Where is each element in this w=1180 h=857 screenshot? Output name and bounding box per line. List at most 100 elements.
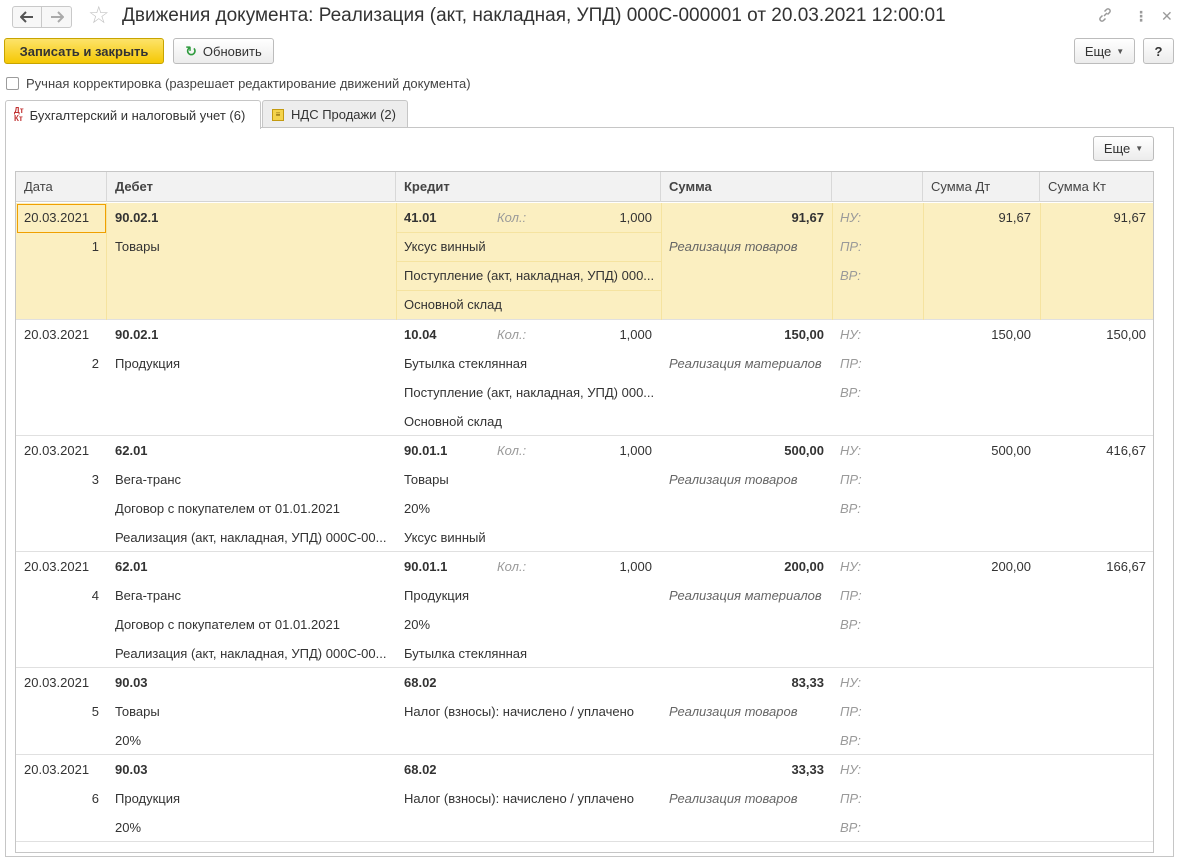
tax-type-label: ПР: bbox=[840, 588, 862, 603]
kebab-icon[interactable]: ⋮ bbox=[1134, 7, 1148, 25]
table-row[interactable]: 20.03.2021 6 90.03 Продукция 20% 68.02 Налог (… bbox=[16, 755, 1153, 842]
sum-kt-value: 150,00 bbox=[1106, 327, 1146, 342]
table-row[interactable]: 20.03.2021 5 90.03 Товары 20% 68.02 Налог (взн… bbox=[16, 668, 1153, 755]
debit-subconto: 20% bbox=[115, 820, 142, 835]
debit-account: 90.03 bbox=[115, 675, 148, 690]
col-sum[interactable]: Сумма bbox=[661, 172, 832, 202]
sum-value: 33,33 bbox=[791, 762, 824, 777]
col-tax-type[interactable] bbox=[832, 172, 923, 202]
qty-label: Кол.: bbox=[497, 559, 527, 574]
sum-kt-value: 91,67 bbox=[1113, 210, 1146, 225]
tax-type-label: ВР: bbox=[840, 820, 861, 835]
dt-kt-icon: Дт Кт bbox=[14, 106, 24, 123]
tax-type-label: НУ: bbox=[840, 762, 862, 777]
tab-vat-sales[interactable]: ≡ НДС Продажи (2) bbox=[262, 100, 408, 128]
tax-type-label: ВР: bbox=[840, 617, 861, 632]
sum-value: 200,00 bbox=[784, 559, 824, 574]
row-number: 3 bbox=[91, 472, 99, 487]
manual-correction-checkbox[interactable]: Ручная корректировка (разрешает редактир… bbox=[6, 75, 471, 91]
debit-subconto: 20% bbox=[115, 733, 142, 748]
sum-dt-value: 150,00 bbox=[991, 327, 1031, 342]
sum-kt-value: 166,67 bbox=[1106, 559, 1146, 574]
table-row[interactable]: 20.03.2021 3 62.01 Вега-транс Договор с поку… bbox=[16, 436, 1153, 552]
col-debit[interactable]: Дебет bbox=[107, 172, 396, 202]
credit-account: 68.02 bbox=[404, 762, 437, 777]
checkbox-box[interactable] bbox=[6, 76, 19, 90]
movements-table[interactable]: Дата Дебет Кредит Сумма Сумма Дт Сумма К… bbox=[15, 171, 1154, 853]
date-cell: 20.03.2021 bbox=[24, 327, 90, 342]
panel-more-label: Еще bbox=[1103, 141, 1131, 156]
cell-divider bbox=[396, 261, 661, 262]
sum-value: 500,00 bbox=[784, 443, 824, 458]
cell-divider bbox=[1040, 203, 1041, 320]
caret-down-icon: ▼ bbox=[1135, 144, 1144, 153]
arrow-right-icon bbox=[50, 11, 64, 23]
date-cell: 20.03.2021 bbox=[24, 675, 90, 690]
refresh-label: Обновить bbox=[202, 43, 262, 59]
table-row[interactable]: 20.03.2021 1 90.02.1 Товары 41.01 Уксус винны… bbox=[16, 203, 1153, 320]
credit-subconto: Поступление (акт, накладная, УПД) 000... bbox=[404, 268, 654, 283]
row-number: 1 bbox=[91, 239, 99, 254]
refresh-icon: ↻ bbox=[185, 42, 197, 59]
save-and-close-button[interactable]: Записать и закрыть bbox=[4, 38, 164, 64]
register-icon: ≡ bbox=[272, 108, 284, 121]
debit-subconto: Продукция bbox=[115, 791, 181, 806]
more-button[interactable]: Еще ▼ bbox=[1074, 38, 1135, 64]
content-text: Реализация материалов bbox=[669, 588, 822, 603]
table-header: Дата Дебет Кредит Сумма Сумма Дт Сумма К… bbox=[16, 172, 1153, 202]
forward-button[interactable] bbox=[42, 6, 72, 28]
tab-accounting[interactable]: Дт Кт Бухгалтерский и налоговый учет (6) bbox=[5, 100, 261, 129]
col-date[interactable]: Дата bbox=[16, 172, 107, 202]
qty-label: Кол.: bbox=[497, 327, 527, 342]
help-button[interactable]: ? bbox=[1143, 38, 1174, 64]
debit-subconto: Договор с покупателем от 01.01.2021 bbox=[115, 617, 340, 632]
sum-dt-value: 500,00 bbox=[991, 443, 1031, 458]
debit-account: 62.01 bbox=[115, 443, 148, 458]
content-text: Реализация материалов bbox=[669, 356, 822, 371]
credit-subconto: Основной склад bbox=[404, 297, 502, 312]
content-text: Реализация товаров bbox=[669, 472, 798, 487]
debit-subconto: Продукция bbox=[115, 356, 181, 371]
content-text: Реализация товаров bbox=[669, 239, 798, 254]
content-text: Реализация товаров bbox=[669, 704, 798, 719]
sum-kt-value: 416,67 bbox=[1106, 443, 1146, 458]
table-row[interactable]: 20.03.2021 2 90.02.1 Продукция 10.04 Бутылка … bbox=[16, 320, 1153, 436]
tax-type-label: НУ: bbox=[840, 210, 862, 225]
tax-type-label: ВР: bbox=[840, 501, 861, 516]
qty-value: 1,000 bbox=[619, 210, 652, 225]
debit-subconto: Договор с покупателем от 01.01.2021 bbox=[115, 501, 340, 516]
credit-subconto: Уксус винный bbox=[404, 239, 486, 254]
col-sum-kt[interactable]: Сумма Кт bbox=[1040, 172, 1153, 202]
current-cell-frame bbox=[17, 204, 106, 233]
credit-subconto: Бутылка стеклянная bbox=[404, 646, 528, 661]
tax-type-label: ПР: bbox=[840, 356, 862, 371]
link-icon[interactable] bbox=[1097, 7, 1113, 27]
col-sum-dt[interactable]: Сумма Дт bbox=[923, 172, 1040, 202]
star-icon[interactable]: ☆ bbox=[88, 3, 110, 29]
qty-value: 1,000 bbox=[619, 443, 652, 458]
date-cell: 20.03.2021 bbox=[24, 443, 90, 458]
back-button[interactable] bbox=[12, 6, 42, 28]
tax-type-label: НУ: bbox=[840, 443, 862, 458]
debit-subconto: Реализация (акт, накладная, УПД) 000С-00… bbox=[115, 646, 387, 661]
col-credit[interactable]: Кредит bbox=[396, 172, 661, 202]
sum-value: 150,00 bbox=[784, 327, 824, 342]
tax-type-label: НУ: bbox=[840, 559, 862, 574]
tax-type-label: НУ: bbox=[840, 675, 862, 690]
debit-account: 90.02.1 bbox=[115, 210, 159, 225]
cell-divider bbox=[832, 203, 833, 320]
cell-divider bbox=[106, 203, 107, 320]
close-icon[interactable]: ✕ bbox=[1161, 7, 1173, 25]
debit-subconto: Вега-транс bbox=[115, 472, 182, 487]
row-number: 5 bbox=[91, 704, 99, 719]
debit-subconto: Товары bbox=[115, 704, 160, 719]
panel-more-button[interactable]: Еще ▼ bbox=[1093, 136, 1154, 161]
refresh-button[interactable]: ↻ Обновить bbox=[173, 38, 274, 64]
debit-subconto: Товары bbox=[115, 239, 160, 254]
cell-divider bbox=[396, 290, 661, 291]
debit-account: 62.01 bbox=[115, 559, 148, 574]
tax-type-label: ПР: bbox=[840, 239, 862, 254]
tax-type-label: НУ: bbox=[840, 327, 862, 342]
arrow-left-icon bbox=[20, 11, 33, 23]
table-row[interactable]: 20.03.2021 4 62.01 Вега-транс Договор с поку… bbox=[16, 552, 1153, 668]
